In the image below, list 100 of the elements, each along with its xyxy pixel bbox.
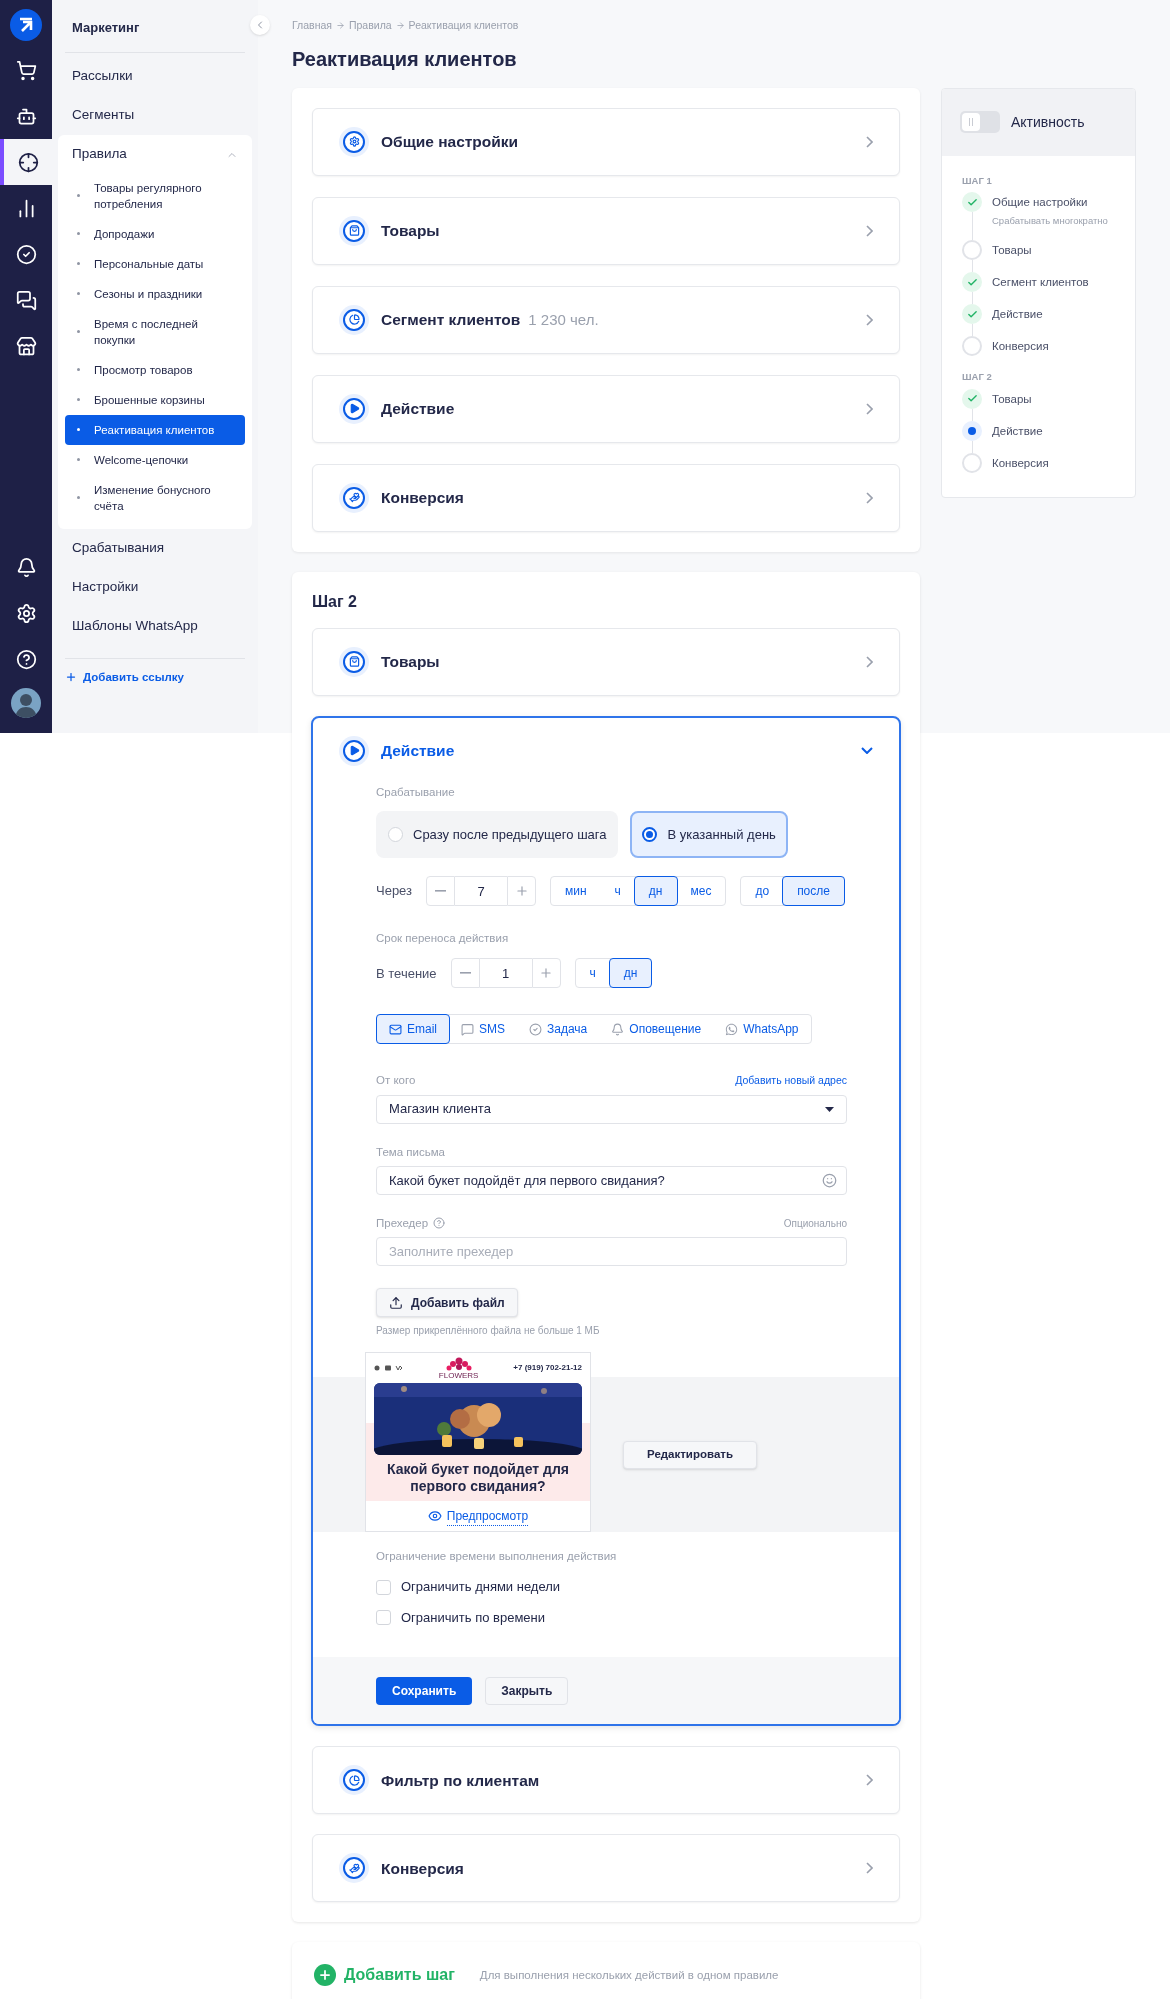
check-icon <box>962 192 982 212</box>
radio-icon <box>642 827 658 842</box>
bullet-icon <box>77 262 80 265</box>
sidebar-item[interactable]: Настройки <box>58 567 252 607</box>
plus-icon <box>65 671 77 684</box>
step-item[interactable]: Товары <box>992 240 1032 261</box>
accordion-header[interactable]: Сегмент клиентов 1 230 чел. <box>313 286 899 353</box>
sidebar-subitem[interactable]: Допродажи <box>65 218 245 249</box>
bullet-icon <box>77 496 80 499</box>
unit-tab[interactable]: дн <box>608 958 653 989</box>
emoji-icon[interactable] <box>822 1172 837 1188</box>
bullet-icon <box>77 368 80 371</box>
sidebar-subitem[interactable]: Welcome-цепочки <box>65 444 245 475</box>
mail-icon <box>389 1022 402 1036</box>
checkbox-label: Ограничить по времени <box>401 1608 545 1627</box>
accordion-header[interactable]: Действие <box>313 375 899 442</box>
channel-tab[interactable]: Оповещение <box>598 1014 715 1045</box>
sidebar-item[interactable]: Сегменты <box>58 95 252 135</box>
checkbox[interactable] <box>376 1579 391 1595</box>
step-item[interactable]: Действие <box>992 304 1043 325</box>
email-headline: Какой букет подойдет для первого свидания? <box>366 1455 590 1501</box>
pie-chart-icon <box>339 1765 369 1796</box>
accordion-header[interactable]: Действие <box>313 717 899 784</box>
subject-field[interactable]: Какой букет подойдёт для первого свидания? <box>376 1165 847 1195</box>
play-icon <box>339 735 369 766</box>
social-icons <box>374 1365 404 1371</box>
unit-tab[interactable]: ч <box>574 958 611 989</box>
checkbox[interactable] <box>376 1610 391 1625</box>
unit-tab[interactable]: ч <box>599 876 636 906</box>
add-file-button[interactable]: Добавить файл <box>376 1288 518 1317</box>
eye-icon <box>427 1509 442 1523</box>
close-button[interactable]: Закрыть <box>485 1676 569 1705</box>
sidebar-subitem[interactable]: Время с последней покупки <box>65 308 245 355</box>
phone-bubble-icon <box>725 1022 739 1036</box>
bullet-icon <box>77 292 80 295</box>
sidebar-item[interactable]: Срабатывания <box>58 528 252 568</box>
field-label: Срабатывание <box>376 784 456 800</box>
channel-tab[interactable]: SMS <box>448 1014 519 1045</box>
target-icon[interactable] <box>0 139 52 185</box>
sidebar-subitem[interactable]: Просмотр товаров <box>65 354 245 385</box>
add-address-link[interactable]: Добавить новый адрес <box>735 1073 847 1089</box>
step-item[interactable]: Конверсия <box>992 336 1049 357</box>
sidebar-title: Маркетинг <box>65 0 245 53</box>
sidebar-subitem[interactable]: Товары регулярного потребления <box>65 172 245 219</box>
accordion-header[interactable]: Конверсия <box>313 464 899 531</box>
upload-icon <box>389 1295 403 1310</box>
sidebar-group-header[interactable]: Правила <box>58 136 252 173</box>
sidebar-subitem[interactable]: Реактивация клиентов <box>65 414 245 445</box>
unit-tab[interactable]: мес <box>675 876 727 906</box>
channel-tab[interactable]: Задача <box>516 1014 601 1045</box>
step-item[interactable]: Общие настройки <box>992 192 1108 212</box>
edit-button[interactable]: Редактировать <box>623 1440 757 1469</box>
chevron-right-icon <box>866 655 873 668</box>
play-icon <box>339 393 369 424</box>
field-label: Срок переноса действия <box>376 931 510 946</box>
sidebar-subitem[interactable]: Изменение бонусного счёта <box>65 474 245 521</box>
sidebar-subitem[interactable]: Сезоны и праздники <box>65 278 245 309</box>
gear-icon <box>339 126 369 157</box>
sidebar-subitem[interactable]: Персональные даты <box>65 248 245 279</box>
unit-tab[interactable]: мин <box>550 876 602 906</box>
app-logo-icon[interactable] <box>10 9 42 41</box>
step-title: Шаг 2 <box>312 591 358 612</box>
sidebar-subitem[interactable]: Брошенные корзины <box>65 384 245 415</box>
pie-chart-icon <box>339 304 369 335</box>
check-icon <box>962 272 982 293</box>
step-item[interactable]: Конверсия <box>992 452 1049 473</box>
member-count: 1 230 чел. <box>528 309 599 330</box>
step-item[interactable]: Действие <box>992 420 1043 441</box>
current-step-icon <box>962 420 982 441</box>
unit-tab[interactable]: после <box>782 876 845 906</box>
add-link[interactable]: Добавить ссылку <box>58 668 252 686</box>
save-button[interactable]: Сохранить <box>376 1676 473 1705</box>
unit-tab[interactable]: дн <box>633 876 678 906</box>
channel-tab[interactable]: Email <box>376 1014 450 1045</box>
step-item[interactable]: Сегмент клиентов <box>992 272 1089 293</box>
plus-icon <box>514 884 529 898</box>
user-avatar[interactable] <box>11 688 41 718</box>
trigger-option[interactable]: В указанный день <box>630 811 788 858</box>
step-item[interactable]: Товары <box>992 388 1032 409</box>
trigger-option[interactable]: Сразу после предыдущего шага <box>376 811 619 858</box>
accordion-header[interactable]: Общие настройки <box>313 108 899 175</box>
sidebar-item[interactable]: Рассылки <box>58 56 252 96</box>
chevron-right-icon <box>866 1774 873 1787</box>
field-label: Прехедер <box>376 1215 429 1231</box>
sender-select[interactable]: Магазин клиента <box>376 1094 847 1124</box>
channel-tab[interactable]: WhatsApp <box>712 1014 812 1045</box>
number-field[interactable]: 7 <box>455 876 507 906</box>
bag-icon <box>339 215 369 246</box>
accordion-header[interactable]: Товары <box>313 628 899 695</box>
field-label: Ограничение времени выполнения действия <box>376 1549 618 1564</box>
activity-toggle[interactable] <box>960 111 1000 134</box>
accordion-header[interactable]: Фильтр по клиентам <box>313 1747 899 1814</box>
accordion-header[interactable]: Конверсия <box>313 1835 899 1902</box>
preview-link[interactable]: Предпросмотр <box>446 1506 529 1526</box>
preheader-field[interactable]: Заполните прехедер <box>376 1237 847 1266</box>
number-field[interactable]: 1 <box>479 958 532 989</box>
sidebar-item[interactable]: Шаблоны WhatsApp <box>58 606 252 646</box>
unit-tab[interactable]: до <box>740 876 785 906</box>
accordion-header[interactable]: Товары <box>313 197 899 264</box>
add-step-hint: Для выполнения нескольких действий в одном правиле <box>479 1967 779 1983</box>
